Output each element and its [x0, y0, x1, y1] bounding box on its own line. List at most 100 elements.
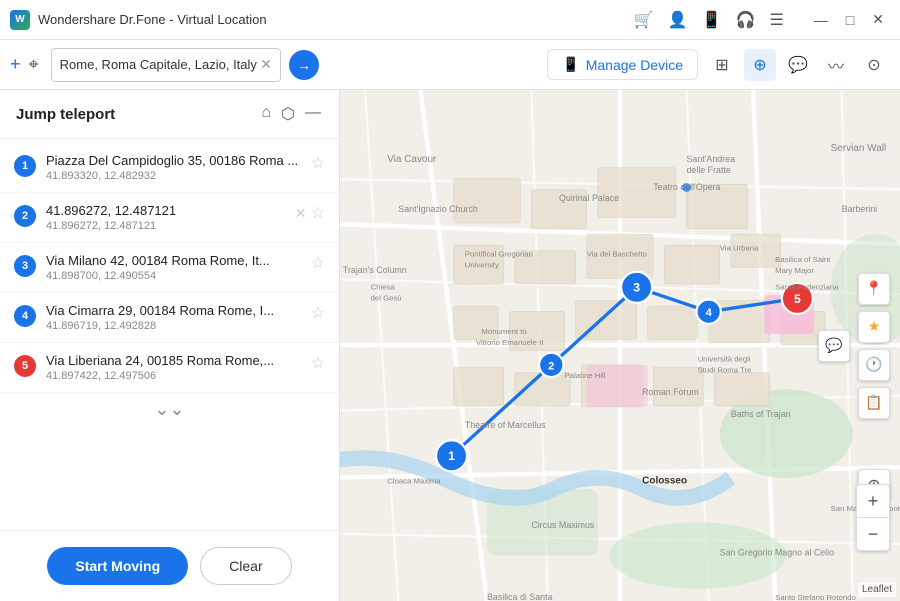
svg-text:2: 2 — [548, 360, 554, 372]
settings-circle-btn[interactable]: ⊙ — [858, 49, 890, 81]
list-item[interactable]: 4 Via Cimarra 29, 00184 Roma Rome, I... … — [0, 293, 339, 343]
map-attribution: Leaflet — [858, 582, 896, 597]
location-coords-4: 41.896719, 12.492828 — [46, 320, 301, 332]
svg-text:Vittorio Emanuele II: Vittorio Emanuele II — [476, 338, 544, 347]
app-title: Wondershare Dr.Fone - Virtual Location — [38, 12, 622, 27]
phone-icon: 📱 — [562, 56, 579, 73]
discord-icon-btn[interactable]: 💬 — [818, 330, 850, 362]
svg-text:Theatre of Marcellus: Theatre of Marcellus — [465, 420, 546, 430]
svg-text:Roman Forum: Roman Forum — [642, 387, 699, 397]
route-icon-btn[interactable]: 〰 — [820, 49, 852, 81]
location-name-3: Via Milano 42, 00184 Roma Rome, It... — [46, 253, 301, 268]
star-icon-2[interactable]: ☆ — [311, 203, 325, 223]
star-icon-btn[interactable]: ★ — [858, 311, 890, 343]
svg-text:Università degli: Università degli — [698, 355, 751, 364]
list-item[interactable]: 3 Via Milano 42, 00184 Roma Rome, It... … — [0, 243, 339, 293]
svg-text:del Gesù: del Gesù — [371, 294, 402, 303]
svg-text:Servian Wall: Servian Wall — [831, 143, 887, 154]
grid-icon-btn[interactable]: ⊞ — [706, 49, 738, 81]
svg-text:Via del Baschetto: Via del Baschetto — [587, 249, 647, 258]
svg-text:4: 4 — [706, 307, 713, 319]
svg-text:Studi Roma Tre: Studi Roma Tre — [698, 366, 752, 375]
svg-text:Basilica di Santa: Basilica di Santa — [487, 592, 553, 601]
list-item[interactable]: 1 Piazza Del Campidoglio 35, 00186 Roma … — [0, 143, 339, 193]
location-name-1: Piazza Del Campidoglio 35, 00186 Roma ..… — [46, 153, 301, 168]
zoom-in-button[interactable]: + — [857, 485, 889, 517]
minimize-button[interactable]: — — [808, 10, 834, 30]
map-list-icon-btn[interactable]: 📋 — [858, 387, 890, 419]
maximize-button[interactable]: □ — [840, 10, 860, 30]
add-point-icon[interactable]: + — [10, 54, 21, 75]
svg-text:Baths of Trajan: Baths of Trajan — [731, 409, 791, 419]
zoom-out-button[interactable]: − — [857, 518, 889, 550]
nav-icon-headset[interactable]: 🎧 — [732, 8, 760, 32]
manage-device-button[interactable]: 📱 Manage Device — [547, 49, 698, 80]
location-name-5: Via Liberiana 24, 00185 Roma Rome,... — [46, 353, 301, 368]
location-icon-btn[interactable]: ⊕ — [744, 49, 776, 81]
close-button[interactable]: ✕ — [866, 9, 890, 30]
go-button[interactable]: → — [289, 50, 319, 80]
search-clear-icon[interactable]: ✕ — [260, 56, 272, 73]
svg-text:delle Fratte: delle Fratte — [687, 165, 731, 175]
svg-text:Trajan's Column: Trajan's Column — [343, 265, 407, 275]
svg-text:Via Urbana: Via Urbana — [720, 244, 759, 253]
window-controls: 🛒 👤 📱 🎧 ☰ — □ ✕ — [630, 8, 890, 32]
svg-text:Pontifical Gregorian: Pontifical Gregorian — [465, 249, 533, 258]
star-icon-5[interactable]: ☆ — [311, 353, 325, 373]
sidebar: Jump teleport ⌂ ⬡ — 1 Piazza Del Campido… — [0, 90, 340, 601]
collapse-icon[interactable]: — — [303, 102, 323, 126]
list-item[interactable]: 2 41.896272, 12.487121 41.896272, 12.487… — [0, 193, 339, 243]
svg-text:Via Cavour: Via Cavour — [387, 154, 437, 165]
star-icon-1[interactable]: ☆ — [311, 153, 325, 173]
sidebar-title: Jump teleport — [16, 106, 259, 123]
search-box: ✕ — [51, 48, 281, 82]
waypoint-icon[interactable]: ⌖ — [29, 54, 39, 75]
toolbar: + ⌖ ✕ → 📱 Manage Device ⊞ ⊕ 💬 〰 ⊙ — [0, 40, 900, 90]
expand-list-button[interactable]: ⌄⌄ — [0, 393, 339, 426]
delete-icon-2[interactable]: ✕ — [295, 205, 307, 222]
right-app-icons: 💬 — [818, 330, 850, 362]
svg-text:Mary Major: Mary Major — [775, 266, 814, 275]
svg-text:Sant'Ignazio Church: Sant'Ignazio Church — [398, 204, 478, 214]
home-icon[interactable]: ⌂ — [259, 102, 273, 126]
location-number-5: 5 — [14, 355, 36, 377]
sidebar-header: Jump teleport ⌂ ⬡ — — [0, 90, 339, 139]
star-icon-4[interactable]: ☆ — [311, 303, 325, 323]
list-item[interactable]: 5 Via Liberiana 24, 00185 Roma Rome,... … — [0, 343, 339, 393]
svg-text:Sant'Andrea: Sant'Andrea — [687, 154, 736, 164]
toolbar-icons: ⊞ ⊕ 💬 〰 ⊙ — [706, 49, 890, 81]
map-area[interactable]: 1 2 3 4 5 Via Cavour Servian Wall Barber… — [340, 90, 900, 601]
nav-icon-user[interactable]: 👤 — [664, 8, 692, 32]
svg-text:Colosseo: Colosseo — [642, 476, 687, 487]
svg-text:Palatine Hill: Palatine Hill — [565, 371, 606, 380]
location-coords-2: 41.896272, 12.487121 — [46, 220, 285, 232]
google-maps-icon-btn[interactable]: 📍 — [858, 273, 890, 305]
svg-text:Chiesa: Chiesa — [371, 283, 396, 292]
clock-icon-btn[interactable]: 🕐 — [858, 349, 890, 381]
svg-text:Cloaca Maxima: Cloaca Maxima — [387, 477, 441, 486]
start-moving-button[interactable]: Start Moving — [47, 547, 188, 585]
svg-text:Basilica of Saint: Basilica of Saint — [775, 255, 831, 264]
map-svg: 1 2 3 4 5 Via Cavour Servian Wall Barber… — [340, 90, 900, 601]
location-name-2: 41.896272, 12.487121 — [46, 203, 285, 218]
nav-icon-cart[interactable]: 🛒 — [630, 8, 658, 32]
svg-text:Santo Stefano Rotondo: Santo Stefano Rotondo — [775, 593, 856, 601]
svg-text:University: University — [465, 260, 499, 269]
svg-text:Circus Maximus: Circus Maximus — [531, 520, 595, 530]
location-number-1: 1 — [14, 155, 36, 177]
chat-icon-btn[interactable]: 💬 — [782, 49, 814, 81]
star-icon-3[interactable]: ☆ — [311, 253, 325, 273]
export-icon[interactable]: ⬡ — [279, 102, 297, 126]
location-coords-3: 41.898700, 12.490554 — [46, 270, 301, 282]
title-bar: W Wondershare Dr.Fone - Virtual Location… — [0, 0, 900, 40]
svg-text:5: 5 — [794, 292, 801, 306]
app-logo: W — [10, 10, 30, 30]
nav-icon-menu[interactable]: ☰ — [765, 8, 787, 32]
svg-text:1: 1 — [448, 449, 455, 463]
svg-text:Barberini: Barberini — [842, 204, 877, 214]
map-overlay-buttons: 📍 ★ 🕐 📋 — [858, 273, 890, 419]
nav-icon-phone[interactable]: 📱 — [698, 8, 726, 32]
clear-button[interactable]: Clear — [200, 547, 291, 585]
location-number-2: 2 — [14, 205, 36, 227]
search-input[interactable] — [60, 57, 261, 72]
